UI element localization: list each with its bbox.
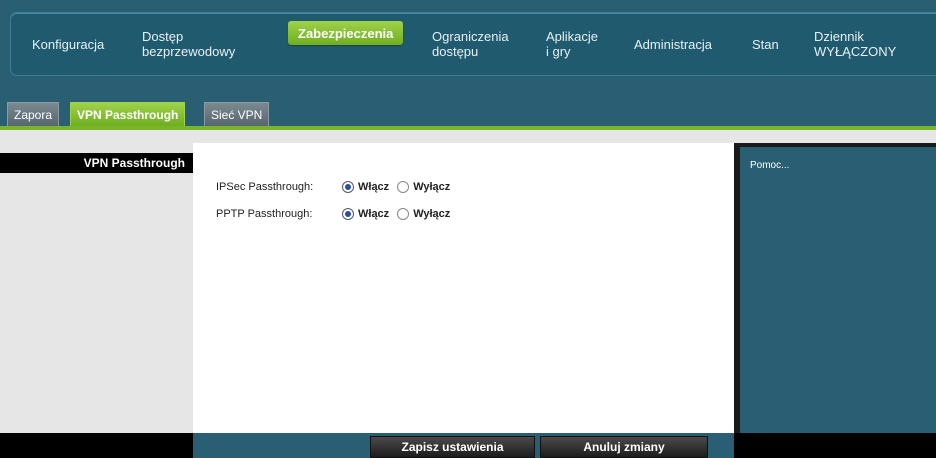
setting-label: IPSec Passthrough: (216, 181, 314, 193)
tab-label: Sieć VPN (211, 107, 263, 122)
nav-zabezpieczenia[interactable]: Zabezpieczenia (288, 21, 404, 45)
nav-label: Zabezpieczenia (298, 25, 394, 41)
ipsec-enable-label[interactable]: Włącz (358, 181, 389, 193)
ipsec-disable-radio[interactable] (397, 181, 410, 193)
pptp-disable-radio[interactable] (397, 208, 410, 220)
tab-zapora[interactable]: Zapora (7, 102, 60, 126)
tab-label: Zapora (14, 107, 53, 122)
divider-band (0, 130, 936, 143)
help-panel (734, 143, 936, 433)
nav-label: dostępu (432, 44, 479, 59)
tab-label: VPN Passthrough (77, 107, 179, 122)
nav-label: Stan (752, 36, 779, 52)
nav-aplikacje-i-gry[interactable]: Aplikacje i gry (546, 12, 598, 76)
setting-ipsec-passthrough: IPSec Passthrough: Włącz Wyłącz (216, 181, 458, 193)
tab-siec-vpn[interactable]: Sieć VPN (204, 102, 270, 126)
nav-label: Dziennik (814, 29, 864, 44)
footer-right (734, 433, 936, 458)
help-link[interactable]: Pomoc... (750, 160, 789, 171)
ipsec-enable-radio[interactable] (342, 181, 354, 193)
cancel-changes-button[interactable]: Anuluj zmiany (540, 436, 708, 458)
left-column (0, 143, 193, 433)
tab-vpn-passthrough[interactable]: VPN Passthrough (70, 102, 186, 126)
pptp-enable-label[interactable]: Włącz (358, 208, 389, 220)
save-settings-button[interactable]: Zapisz ustawienia (370, 436, 535, 458)
nav-label: Konfiguracja (32, 36, 105, 52)
ipsec-disable-label[interactable]: Wyłącz (413, 181, 450, 193)
nav-stan[interactable]: Stan (752, 12, 779, 76)
nav-label: Dostęp (142, 29, 184, 44)
footer-left (0, 433, 193, 458)
nav-label: i gry (546, 44, 571, 59)
pptp-disable-label[interactable]: Wyłącz (413, 208, 450, 220)
nav-label: bezprzewodowy (142, 44, 236, 59)
nav-label: Ograniczenia (432, 29, 509, 44)
nav-label: Aplikacje (546, 29, 599, 44)
nav-label: WYŁĄCZONY (814, 44, 897, 59)
nav-konfiguracja[interactable]: Konfiguracja (32, 12, 104, 76)
setting-pptp-passthrough: PPTP Passthrough: Włącz Wyłącz (216, 208, 458, 220)
nav-dostep-bezprzewodowy[interactable]: Dostęp bezprzewodowy (142, 12, 235, 76)
pptp-enable-radio[interactable] (342, 208, 354, 220)
nav-ograniczenia-dostepu[interactable]: Ograniczenia dostępu (432, 12, 509, 76)
nav-dziennik[interactable]: Dziennik WYŁĄCZONY (814, 12, 896, 76)
nav-administracja[interactable]: Administracja (634, 12, 712, 76)
section-title: VPN Passthrough (0, 153, 193, 173)
nav-label: Administracja (634, 36, 713, 52)
setting-label: PPTP Passthrough: (216, 208, 313, 220)
